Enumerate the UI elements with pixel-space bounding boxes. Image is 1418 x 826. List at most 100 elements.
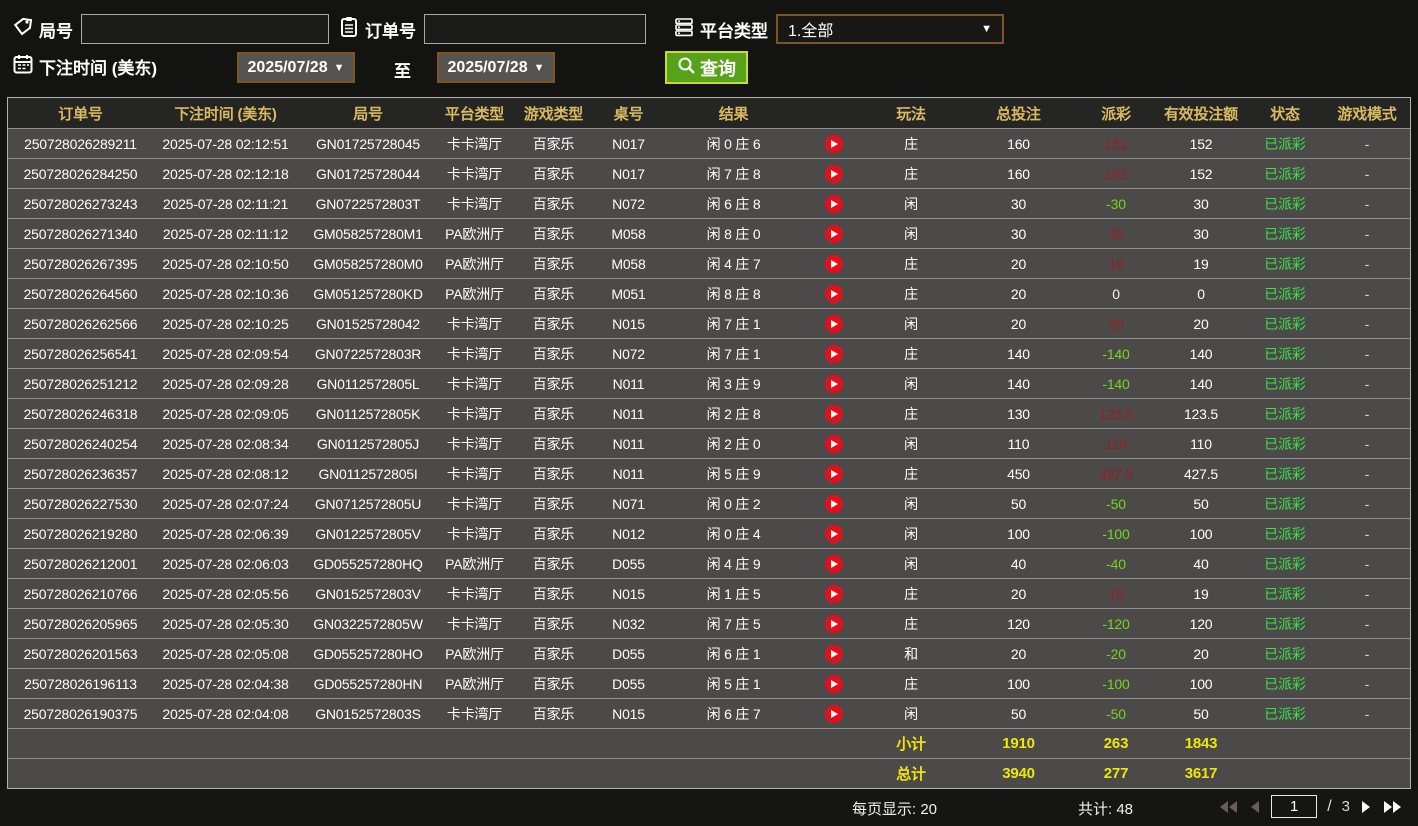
- play-cell-wrap: [806, 399, 861, 428]
- bet-time-cell: 2025-07-28 02:09:05: [162, 405, 289, 422]
- column-header: 下注时间 (美东): [174, 105, 277, 123]
- table-no-cell: N017: [612, 165, 645, 182]
- grand-total-valid-bet: 3617: [1184, 765, 1218, 782]
- play-video-icon[interactable]: [824, 704, 843, 723]
- play-video-icon[interactable]: [824, 644, 843, 663]
- game-type-cell: 百家乐: [532, 705, 575, 722]
- filter-bar: 局号 订单号 平台类型 1.全部 ▼ 下注时间 (美东) 2025/07/28 …: [0, 0, 1418, 96]
- play-video-icon[interactable]: [824, 404, 843, 423]
- play-cell-wrap: [806, 219, 861, 248]
- table-row: 250728026190375 2025-07-28 02:04:08 GN01…: [8, 698, 1410, 728]
- bet-time-cell: 2025-07-28 02:05:08: [162, 645, 289, 662]
- valid-bet-cell: 140: [1189, 345, 1213, 362]
- order-id-cell: 250728026264560: [23, 285, 138, 302]
- date-to-picker[interactable]: 2025/07/28 ▼: [437, 52, 555, 83]
- result-cell: 闲 5 庄 1: [706, 675, 761, 692]
- total-bet-cell: 20: [1010, 285, 1027, 302]
- column-header: 总投注: [996, 105, 1041, 123]
- game-mode-cell: -: [1364, 315, 1370, 332]
- status-badge: 已派彩: [1264, 195, 1306, 212]
- column-header: 订单号: [58, 105, 103, 123]
- column-header: 桌号: [613, 105, 644, 123]
- payout-cell: -140: [1102, 345, 1130, 362]
- table-header-row: 订单号 下注时间 (美东) 局号 平台类型 游戏类型 桌号 结果 玩法 总投注 派彩 有效投注额 状态…: [8, 98, 1410, 128]
- play-video-icon[interactable]: [824, 164, 843, 183]
- table-row: 250728026246318 2025-07-28 02:09:05 GN01…: [8, 398, 1410, 428]
- order-id-cell: 250728026251212: [23, 375, 138, 392]
- per-page-label: 每页显示: 20: [852, 801, 938, 818]
- platform-type-value: 1.全部: [788, 23, 834, 40]
- play-video-icon[interactable]: [824, 224, 843, 243]
- play-video-icon[interactable]: [824, 254, 843, 273]
- play-video-icon[interactable]: [824, 314, 843, 333]
- game-no-input[interactable]: [81, 14, 329, 44]
- play-video-icon[interactable]: [824, 374, 843, 393]
- valid-bet-cell: 123.5: [1183, 405, 1219, 422]
- play-type-cell: 闲: [904, 555, 918, 572]
- game-type-cell: 百家乐: [532, 615, 575, 632]
- valid-bet-cell: 152: [1189, 165, 1213, 182]
- order-id-cell: 250728026205965: [23, 615, 138, 632]
- play-video-icon[interactable]: [824, 434, 843, 453]
- column-header: 有效投注额: [1163, 105, 1238, 123]
- payout-cell: 152: [1104, 135, 1128, 152]
- play-video-icon[interactable]: [824, 524, 843, 543]
- result-cell: 闲 6 庄 7: [706, 705, 761, 722]
- date-from-picker[interactable]: 2025/07/28 ▼: [237, 52, 355, 83]
- table-no-cell: M051: [611, 285, 646, 302]
- game-mode-cell: -: [1364, 345, 1370, 362]
- play-video-icon[interactable]: [824, 134, 843, 153]
- play-video-icon[interactable]: [824, 284, 843, 303]
- search-button[interactable]: 查询: [665, 51, 748, 84]
- play-video-icon[interactable]: [824, 494, 843, 513]
- column-header: 派彩: [1101, 105, 1131, 123]
- play-video-icon[interactable]: [824, 194, 843, 213]
- play-video-icon[interactable]: [824, 614, 843, 633]
- table-row: 250728026219280 2025-07-28 02:06:39 GN01…: [8, 518, 1410, 548]
- status-badge: 已派彩: [1264, 375, 1306, 392]
- payout-cell: -20: [1106, 645, 1126, 662]
- order-no-input[interactable]: [424, 14, 646, 44]
- subtotal-row: 小计 1910 263 1843: [8, 728, 1410, 758]
- play-video-icon[interactable]: [824, 674, 843, 693]
- play-type-cell: 庄: [904, 585, 918, 602]
- platform-cell: 卡卡湾厅: [446, 435, 503, 452]
- order-id-cell: 250728026273243: [23, 195, 138, 212]
- play-video-icon[interactable]: [824, 464, 843, 483]
- game-no-cell: GN0322572805W: [313, 615, 423, 632]
- page-number-input[interactable]: [1271, 795, 1318, 818]
- status-badge: 已派彩: [1264, 285, 1306, 302]
- prev-page-icon[interactable]: [1249, 800, 1261, 814]
- result-cell: 闲 8 庄 8: [706, 285, 761, 302]
- result-cell: 闲 7 庄 8: [706, 165, 761, 182]
- play-type-cell: 庄: [904, 345, 918, 362]
- order-id-cell: 250728026201563: [23, 645, 138, 662]
- game-type-cell: 百家乐: [532, 495, 575, 512]
- table-row: 250728026205965 2025-07-28 02:05:30 GN03…: [8, 608, 1410, 638]
- grand-total-row: 总计 3940 277 3617: [8, 758, 1410, 788]
- play-cell-wrap: [806, 249, 861, 278]
- play-cell-wrap: [806, 489, 861, 518]
- payout-cell: 427.5: [1098, 465, 1134, 482]
- platform-type-field: 平台类型 1.全部 ▼: [673, 14, 1004, 44]
- status-badge: 已派彩: [1264, 225, 1306, 242]
- play-video-icon[interactable]: [824, 344, 843, 363]
- last-page-icon[interactable]: [1382, 800, 1404, 814]
- table-row: 250728026201563 2025-07-28 02:05:08 GD05…: [8, 638, 1410, 668]
- total-bet-cell: 30: [1010, 195, 1027, 212]
- play-cell-wrap: [806, 339, 861, 368]
- game-mode-cell: -: [1364, 465, 1370, 482]
- game-mode-cell: -: [1364, 225, 1370, 242]
- total-bet-cell: 20: [1010, 585, 1027, 602]
- game-type-cell: 百家乐: [532, 255, 575, 272]
- first-page-icon[interactable]: [1217, 800, 1239, 814]
- order-id-cell: 250728026212001: [23, 555, 138, 572]
- play-video-icon[interactable]: [824, 554, 843, 573]
- play-video-icon[interactable]: [824, 584, 843, 603]
- platform-type-select[interactable]: 1.全部 ▼: [776, 14, 1004, 44]
- valid-bet-cell: 40: [1193, 555, 1209, 572]
- total-count-label: 共计: 48: [1078, 801, 1134, 818]
- next-page-icon[interactable]: [1360, 800, 1372, 814]
- column-header: [806, 98, 861, 128]
- platform-cell: 卡卡湾厅: [446, 165, 503, 182]
